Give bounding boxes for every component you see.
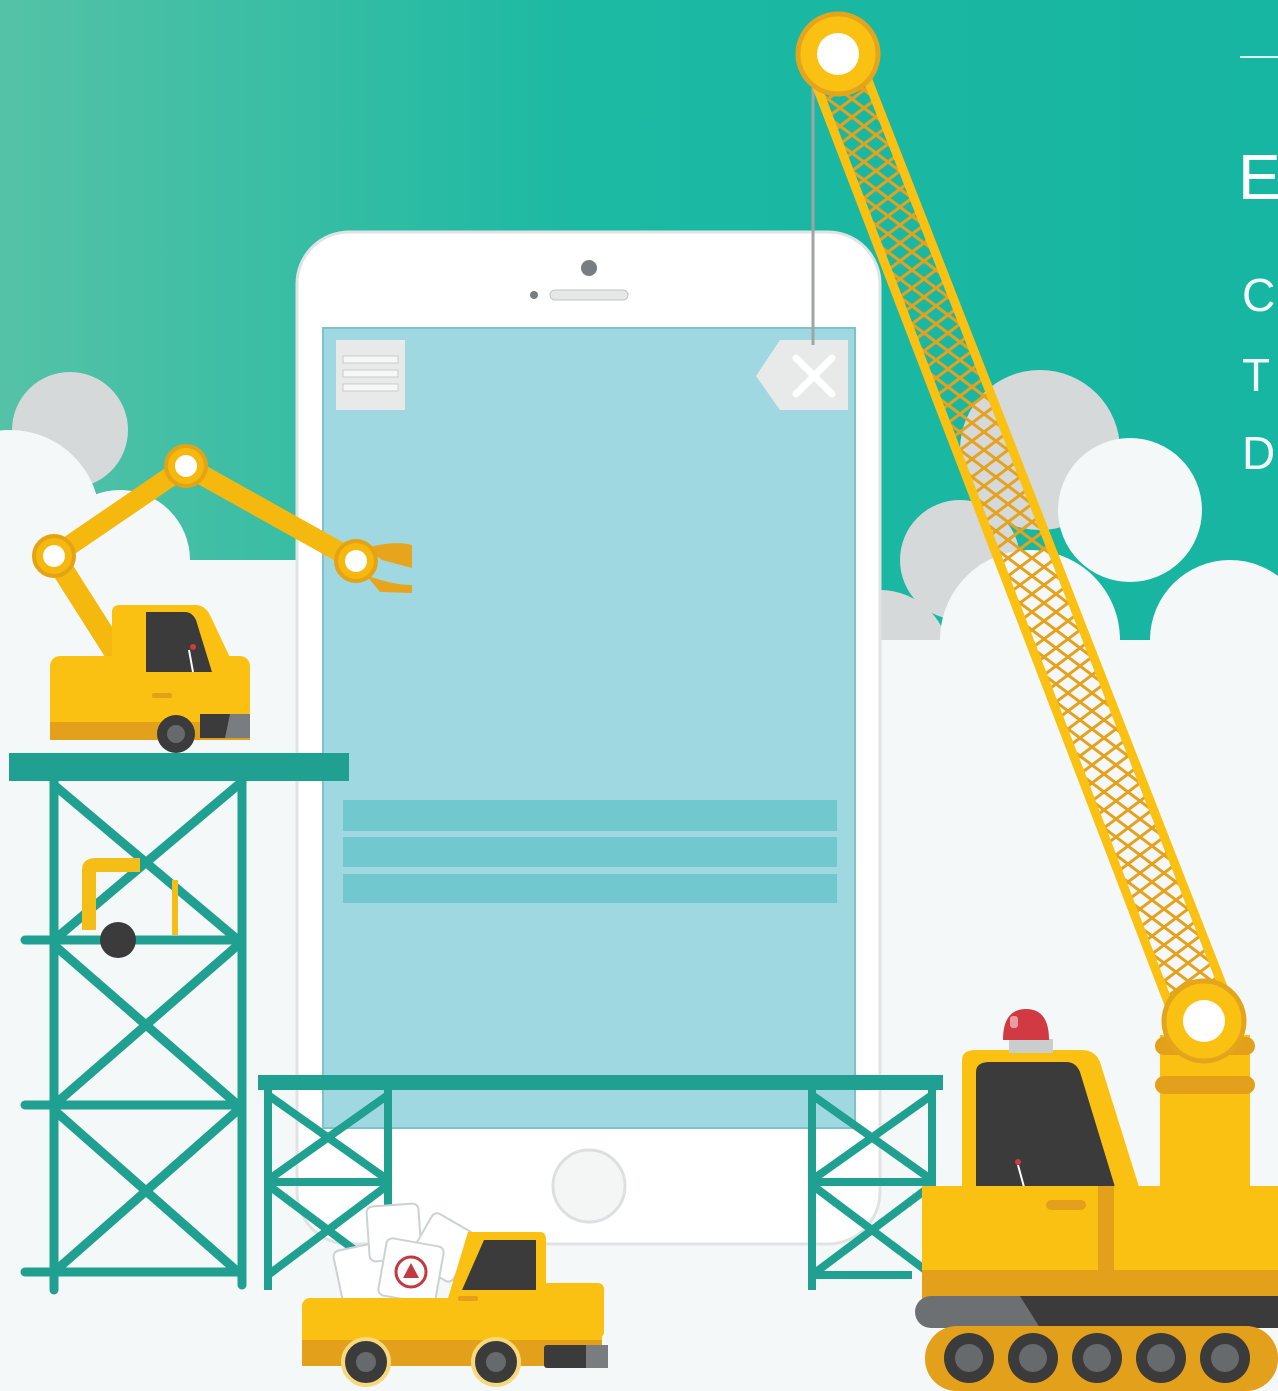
hero-divider <box>1240 56 1278 58</box>
content-placeholder-rows <box>343 800 837 903</box>
hero-line-3: D <box>1242 427 1276 479</box>
hamburger-icon[interactable] <box>336 340 405 410</box>
hero-line-2: T <box>1242 349 1271 401</box>
construction-illustration <box>0 0 1278 1391</box>
home-button <box>551 1148 627 1224</box>
hero-title: E <box>1238 141 1278 213</box>
hero-line-1: C <box>1242 269 1276 321</box>
phone-screen <box>322 327 856 1129</box>
